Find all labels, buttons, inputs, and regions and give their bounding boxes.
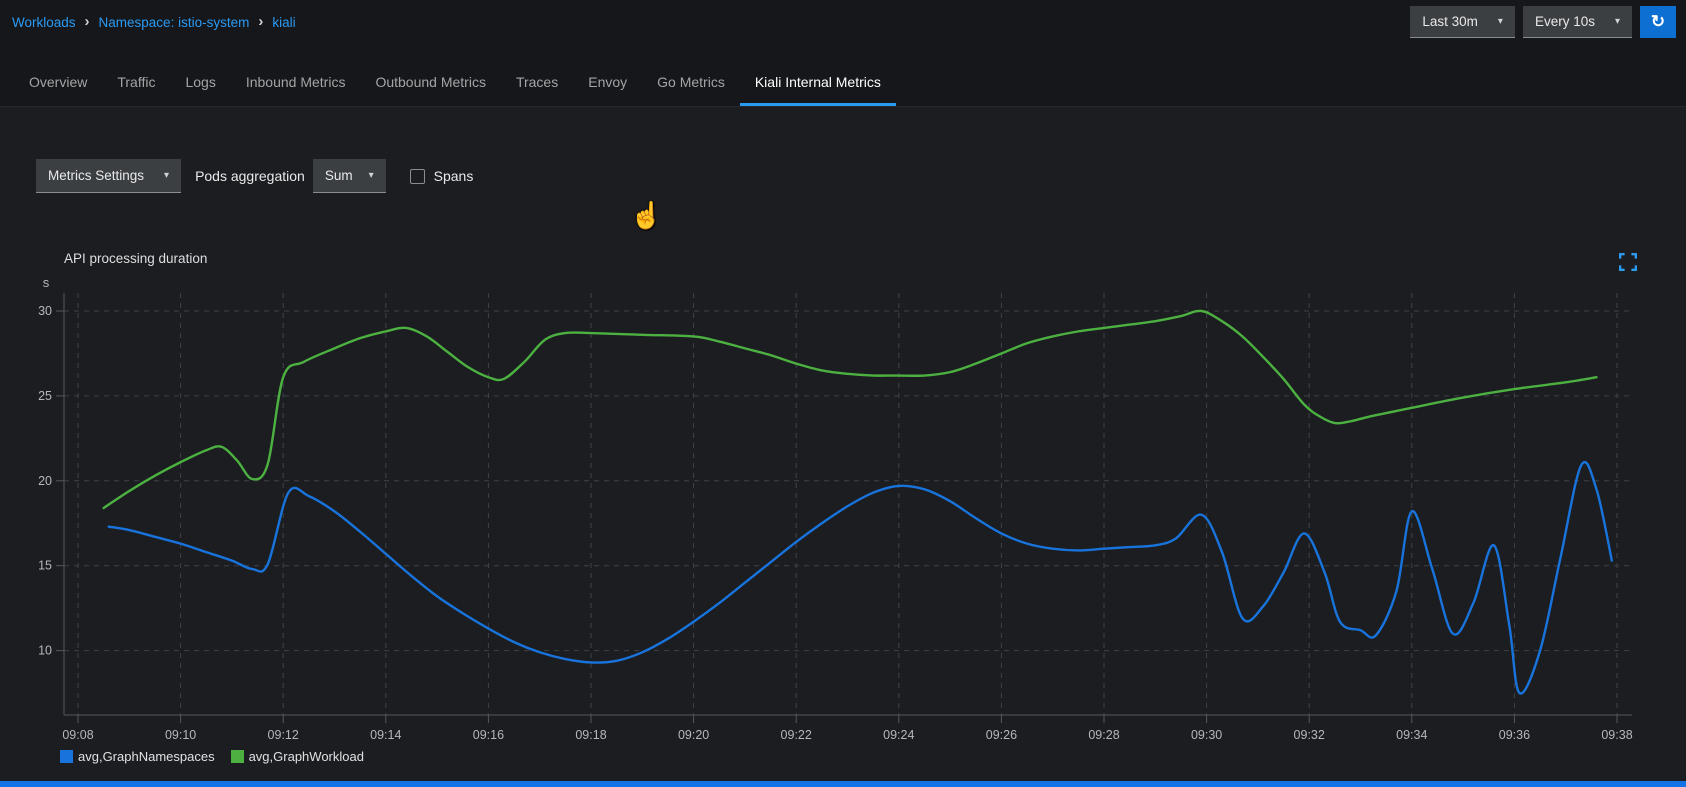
svg-text:20: 20: [38, 474, 52, 488]
tab-overview[interactable]: Overview: [14, 64, 102, 106]
breadcrumb: Workloads › Namespace: istio-system › kiali: [12, 14, 296, 31]
svg-text:09:10: 09:10: [165, 728, 196, 742]
tab-inbound-metrics[interactable]: Inbound Metrics: [231, 64, 361, 106]
metrics-toolbar: Metrics Settings ▾ Pods aggregation Sum …: [0, 107, 1686, 193]
content-panel: Metrics Settings ▾ Pods aggregation Sum …: [0, 107, 1686, 781]
line-chart: 10 15 20 25 30 09:08 09:10 09:12 09:14 09:16 09:18…: [0, 271, 1686, 749]
tab-logs[interactable]: Logs: [170, 64, 230, 106]
refresh-button[interactable]: ↻: [1640, 6, 1676, 38]
refresh-interval-dropdown[interactable]: Every 10s ▾: [1523, 6, 1632, 38]
svg-text:09:08: 09:08: [62, 728, 93, 742]
tab-traces[interactable]: Traces: [501, 64, 573, 106]
svg-text:09:22: 09:22: [781, 728, 812, 742]
legend-label: avg,GraphNamespaces: [78, 749, 215, 764]
expand-icon: [1619, 253, 1637, 271]
aggregation-value: Sum: [325, 168, 353, 183]
tab-outbound-metrics[interactable]: Outbound Metrics: [360, 64, 501, 106]
svg-text:09:34: 09:34: [1396, 728, 1427, 742]
legend-item-avg-graphnamespaces[interactable]: avg,GraphNamespaces: [60, 749, 215, 764]
svg-text:09:28: 09:28: [1088, 728, 1119, 742]
legend-swatch: [60, 750, 73, 763]
breadcrumb-item-namespace-istio-system[interactable]: Namespace: istio-system: [99, 15, 250, 30]
svg-text:25: 25: [38, 389, 52, 403]
svg-text:15: 15: [38, 559, 52, 573]
breadcrumb-separator-icon: ›: [258, 13, 263, 30]
chevron-down-icon: ▾: [1498, 16, 1503, 27]
refresh-icon: ↻: [1651, 12, 1665, 32]
aggregation-dropdown[interactable]: Sum ▾: [313, 159, 386, 193]
chart-title: API processing duration: [0, 213, 1686, 271]
svg-text:09:30: 09:30: [1191, 728, 1222, 742]
tab-traffic[interactable]: Traffic: [102, 64, 170, 106]
metrics-settings-dropdown[interactable]: Metrics Settings ▾: [36, 159, 181, 193]
svg-text:09:14: 09:14: [370, 728, 401, 742]
legend-label: avg,GraphWorkload: [249, 749, 364, 764]
spans-toggle: Spans: [410, 168, 474, 184]
page-header: Workloads›Namespace: istio-system›kiali …: [0, 0, 1686, 44]
chevron-down-icon: ▾: [164, 170, 169, 181]
svg-text:09:38: 09:38: [1601, 728, 1632, 742]
tab-kiali-internal-metrics[interactable]: Kiali Internal Metrics: [740, 64, 896, 106]
svg-text:s: s: [43, 275, 50, 290]
svg-text:09:32: 09:32: [1294, 728, 1325, 742]
time-controls: Last 30m ▾ Every 10s ▾ ↻: [1410, 6, 1676, 38]
breadcrumb-item-kiali[interactable]: kiali: [272, 15, 295, 30]
bottom-accent-bar: [0, 781, 1686, 787]
chart-legend: avg,GraphNamespaces avg,GraphWorkload: [0, 749, 1686, 764]
legend-item-avg-graphworkload[interactable]: avg,GraphWorkload: [231, 749, 364, 764]
legend-swatch: [231, 750, 244, 763]
tab-bar: OverviewTrafficLogsInbound MetricsOutbou…: [0, 44, 1686, 107]
expand-chart-button[interactable]: [1619, 253, 1637, 271]
tab-envoy[interactable]: Envoy: [573, 64, 642, 106]
chevron-down-icon: ▾: [1615, 16, 1620, 27]
chevron-down-icon: ▾: [369, 170, 374, 181]
breadcrumb-item-workloads[interactable]: Workloads: [12, 15, 76, 30]
refresh-interval-value: Every 10s: [1535, 14, 1595, 29]
metrics-chart-card: API processing duration 10 15 20 25 30 09:08 0…: [0, 213, 1686, 764]
pods-aggregation-label: Pods aggregation: [195, 168, 305, 184]
svg-text:09:20: 09:20: [678, 728, 709, 742]
duration-dropdown[interactable]: Last 30m ▾: [1410, 6, 1515, 38]
breadcrumb-separator-icon: ›: [85, 13, 90, 30]
svg-text:09:16: 09:16: [473, 728, 504, 742]
metrics-settings-label: Metrics Settings: [48, 168, 144, 183]
svg-text:09:18: 09:18: [575, 728, 606, 742]
spans-label: Spans: [434, 168, 474, 184]
svg-text:09:26: 09:26: [986, 728, 1017, 742]
spans-checkbox[interactable]: [410, 169, 425, 184]
svg-text:09:24: 09:24: [883, 728, 914, 742]
svg-text:09:12: 09:12: [268, 728, 299, 742]
duration-value: Last 30m: [1422, 14, 1478, 29]
tab-go-metrics[interactable]: Go Metrics: [642, 64, 740, 106]
svg-text:09:36: 09:36: [1499, 728, 1530, 742]
svg-text:10: 10: [38, 644, 52, 658]
svg-text:30: 30: [38, 304, 52, 318]
